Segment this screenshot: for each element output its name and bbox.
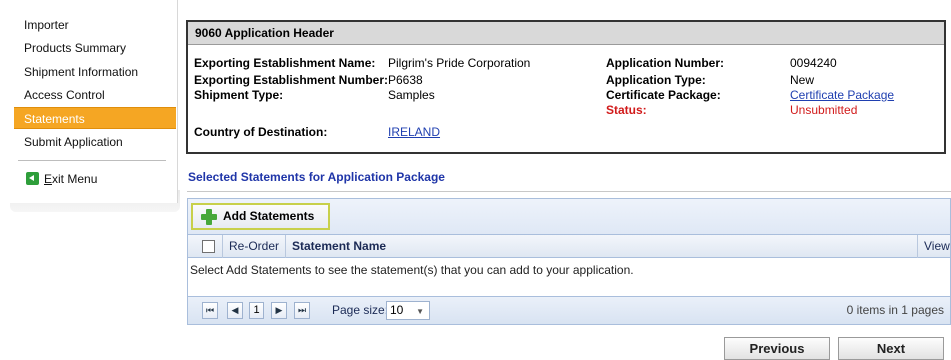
last-page-button[interactable]: ⏭: [294, 302, 310, 319]
exporting-number-value: P6638: [388, 73, 423, 87]
status-label: Status:: [606, 103, 647, 117]
statements-section-title: Selected Statements for Application Pack…: [188, 170, 445, 184]
page-number-button[interactable]: 1: [249, 302, 264, 319]
exporting-name-label: Exporting Establishment Name:: [194, 56, 376, 70]
column-header-statement-name[interactable]: Statement Name: [286, 235, 918, 258]
sidebar-item-label: Importer: [24, 18, 69, 32]
sidebar-item-products-summary[interactable]: Products Summary: [14, 37, 176, 59]
exit-menu-label: xit Menu: [52, 172, 98, 186]
grid-header-row: Re-Order Statement Name View: [188, 235, 950, 258]
next-button[interactable]: Next: [838, 337, 944, 360]
sidebar-item-label: Access Control: [24, 88, 105, 102]
page-size-label: Page size:: [332, 303, 389, 317]
chevron-down-icon: ▼: [416, 307, 424, 316]
section-divider: [187, 191, 951, 192]
first-page-button[interactable]: ⏮: [202, 302, 218, 319]
app-number-value: 0094240: [790, 56, 837, 70]
page-size-value: 10: [390, 303, 404, 317]
app-type-label: Application Type:: [606, 73, 706, 87]
sidebar-item-label: Statements: [24, 112, 85, 126]
column-header-view[interactable]: View: [918, 235, 951, 258]
application-header-title: 9060 Application Header: [188, 22, 944, 45]
sidebar-item-access-control[interactable]: Access Control: [14, 84, 176, 106]
cert-package-label: Certificate Package:: [606, 88, 721, 102]
sidebar-menu: Importer Products Summary Shipment Infor…: [0, 0, 178, 203]
select-all-checkbox[interactable]: [202, 240, 215, 253]
country-link[interactable]: IRELAND: [388, 125, 440, 139]
statements-grid: Add Statements Re-Order Statement Name V…: [187, 198, 951, 325]
shipment-type-value: Samples: [388, 88, 435, 102]
sidebar-item-label: Submit Application: [24, 135, 123, 149]
country-label: Country of Destination:: [194, 125, 328, 139]
cert-package-link[interactable]: Certificate Package: [790, 88, 894, 102]
sidebar-divider: [18, 160, 166, 161]
sidebar-item-statements[interactable]: Statements: [14, 107, 176, 129]
exit-menu-accesskey: E: [44, 172, 53, 186]
pager-info: 0 items in 1 pages: [846, 303, 944, 317]
sidebar-item-submit-application[interactable]: Submit Application: [14, 131, 176, 153]
exporting-name-value: Pilgrim's Pride Corporation: [388, 56, 531, 70]
sidebar-item-label: Shipment Information: [24, 65, 139, 79]
next-page-button[interactable]: ▶: [271, 302, 287, 319]
grid-pager: ⏮ ◀ 1 ▶ ⏭ Page size: 10 ▼ 0 items in 1 p…: [188, 296, 950, 324]
grid-empty-message: Select Add Statements to see the stateme…: [190, 263, 634, 277]
prev-page-button[interactable]: ◀: [227, 302, 243, 319]
page-size-select[interactable]: 10 ▼: [386, 301, 430, 320]
app-number-label: Application Number:: [606, 56, 725, 70]
exit-arrow-icon: [26, 172, 39, 185]
select-all-cell: [188, 235, 223, 258]
status-value: Unsubmitted: [790, 103, 858, 117]
exit-menu-link[interactable]: Exit Menu: [14, 168, 176, 190]
sidebar-item-shipment-information[interactable]: Shipment Information: [14, 61, 176, 83]
add-statements-button[interactable]: Add Statements: [191, 203, 330, 230]
previous-button[interactable]: Previous: [724, 337, 830, 360]
sidebar-item-label: Products Summary: [24, 41, 127, 55]
sidebar-item-importer[interactable]: Importer: [14, 14, 176, 36]
grid-toolbar: Add Statements: [188, 199, 950, 235]
exporting-number-label: Exporting Establishment Number:: [194, 73, 389, 87]
plus-icon: [201, 209, 217, 225]
application-header-panel: 9060 Application Header Exporting Establ…: [186, 20, 946, 154]
shipment-type-label: Shipment Type:: [194, 88, 284, 102]
add-statements-label: Add Statements: [223, 209, 315, 223]
app-type-value: New: [790, 73, 815, 87]
column-header-reorder[interactable]: Re-Order: [223, 235, 286, 258]
